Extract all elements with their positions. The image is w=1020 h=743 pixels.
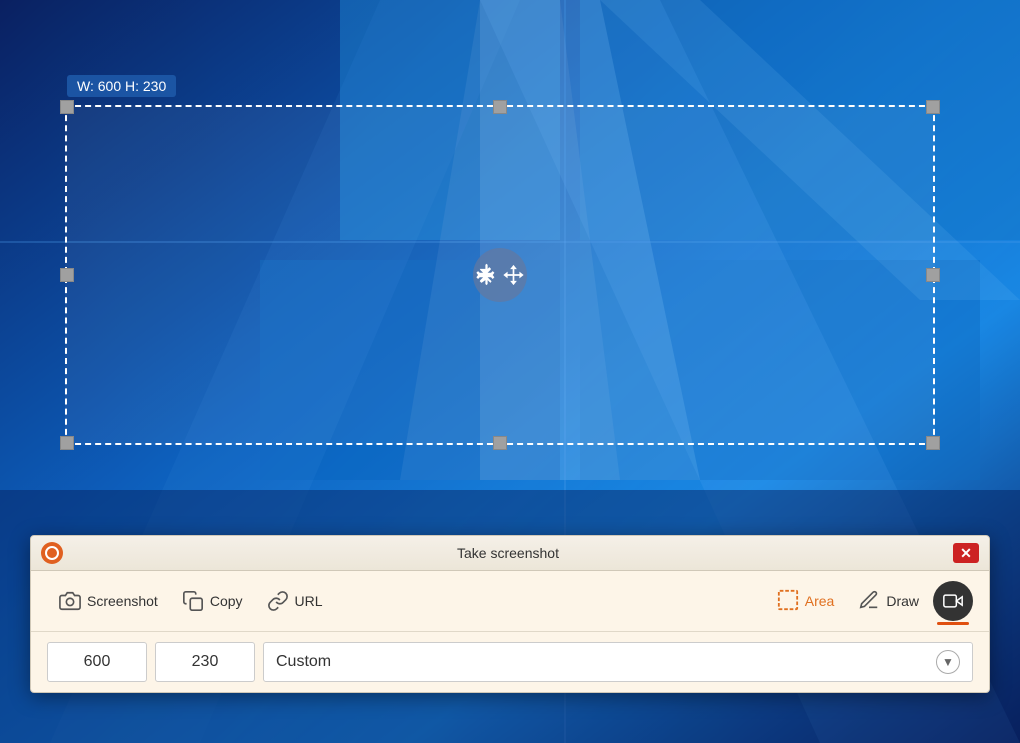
handle-middle-right[interactable] xyxy=(926,268,940,282)
preset-value: Custom xyxy=(276,653,331,671)
close-button[interactable]: ✕ xyxy=(953,543,979,563)
url-label: URL xyxy=(295,593,323,609)
dialog-titlebar: Take screenshot ✕ xyxy=(31,536,989,571)
draw-button[interactable]: Draw xyxy=(848,583,929,620)
url-button[interactable]: URL xyxy=(255,584,335,618)
toolbar-right: Area Draw xyxy=(767,581,973,621)
area-icon xyxy=(777,589,799,614)
height-input[interactable] xyxy=(155,642,255,682)
draw-label: Draw xyxy=(886,593,919,609)
screenshot-button[interactable]: Screenshot xyxy=(47,584,170,618)
copy-label: Copy xyxy=(210,593,243,609)
handle-middle-left[interactable] xyxy=(60,268,74,282)
handle-top-right[interactable] xyxy=(926,100,940,114)
handle-bottom-right[interactable] xyxy=(926,436,940,450)
screenshot-label: Screenshot xyxy=(87,593,158,609)
dimensions-label: W: 600 H: 230 xyxy=(67,75,176,97)
dialog-toolbar: Screenshot Copy URL xyxy=(31,571,989,632)
area-label: Area xyxy=(805,593,835,609)
handle-top-left[interactable] xyxy=(60,100,74,114)
selection-area[interactable]: W: 600 H: 230 xyxy=(65,105,935,445)
screenshot-dialog: Take screenshot ✕ Screenshot Copy xyxy=(30,535,990,693)
area-button[interactable]: Area xyxy=(767,583,845,620)
camera-icon xyxy=(59,590,81,612)
webcam-button[interactable] xyxy=(933,581,973,621)
dialog-inputs: Custom ▼ xyxy=(31,632,989,692)
width-input[interactable] xyxy=(47,642,147,682)
handle-bottom-left[interactable] xyxy=(60,436,74,450)
app-icon xyxy=(41,542,63,564)
move-handle[interactable] xyxy=(473,248,527,302)
copy-icon xyxy=(182,590,204,612)
pencil-icon xyxy=(858,589,880,614)
handle-bottom-center[interactable] xyxy=(493,436,507,450)
copy-button[interactable]: Copy xyxy=(170,584,255,618)
preset-select[interactable]: Custom ▼ xyxy=(263,642,973,682)
dialog-title: Take screenshot xyxy=(63,545,953,561)
link-icon xyxy=(267,590,289,612)
select-arrow-icon: ▼ xyxy=(936,650,960,674)
handle-top-center[interactable] xyxy=(493,100,507,114)
